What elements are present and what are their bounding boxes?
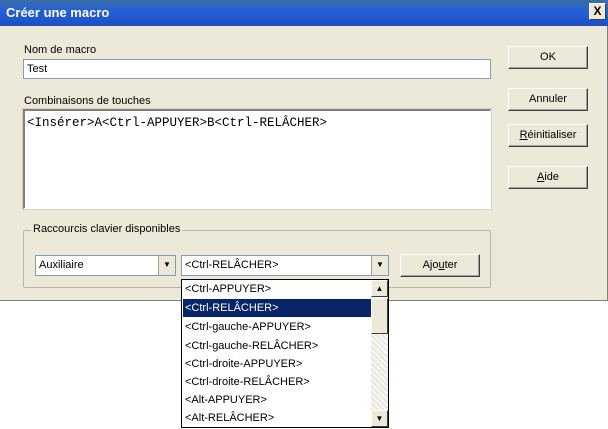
- keystrokes-textarea[interactable]: <Insérer>A<Ctrl-APPUYER>B<Ctrl-RELÂCHER>: [22, 108, 492, 210]
- key-select-value: <Ctrl-RELÂCHER>: [185, 259, 279, 271]
- dropdown-item[interactable]: <Ctrl-droite-RELÂCHER>: [183, 373, 372, 391]
- cancel-button[interactable]: Annuler: [508, 88, 588, 111]
- keystrokes-value: <Insérer>A<Ctrl-APPUYER>B<Ctrl-RELÂCHER>: [27, 116, 328, 130]
- dropdown-item[interactable]: <Alt-APPUYER>: [183, 391, 372, 409]
- shortcuts-group-legend: Raccourcis clavier disponibles: [31, 223, 183, 235]
- category-select-value: Auxiliaire: [39, 259, 84, 271]
- keystrokes-label: Combinaisons de touches: [24, 95, 151, 107]
- chevron-down-icon[interactable]: ▼: [158, 256, 175, 275]
- close-button[interactable]: X: [589, 3, 606, 20]
- reset-button[interactable]: Réinitialiser: [508, 124, 588, 147]
- chevron-down-icon[interactable]: ▼: [371, 256, 388, 275]
- title-bar: Créer une macro X: [0, 0, 608, 26]
- ok-button[interactable]: OK: [508, 46, 588, 69]
- dropdown-item[interactable]: <Ctrl-APPUYER>: [183, 280, 372, 298]
- dropdown-item[interactable]: <Ctrl-droite-APPUYER>: [183, 355, 372, 373]
- help-button[interactable]: Aide: [508, 166, 588, 189]
- create-macro-dialog: Créer une macro X Nom de macro Test Comb…: [0, 0, 608, 301]
- key-dropdown-list[interactable]: <Ctrl-APPUYER> <Ctrl-RELÂCHER> <Ctrl-gau…: [181, 279, 389, 428]
- reset-mnemonic: R: [519, 129, 528, 141]
- scroll-up-icon[interactable]: ▲: [371, 280, 388, 297]
- add-button[interactable]: Ajouter: [400, 254, 480, 277]
- macro-name-label: Nom de macro: [24, 44, 97, 56]
- macro-name-field[interactable]: Test: [23, 59, 491, 79]
- dropdown-item-selected[interactable]: <Ctrl-RELÂCHER>: [183, 299, 372, 317]
- macro-name-value: Test: [27, 63, 48, 75]
- scrollbar-thumb[interactable]: [371, 298, 388, 334]
- dropdown-item[interactable]: <Alt-RELÂCHER>: [183, 409, 372, 427]
- key-select[interactable]: <Ctrl-RELÂCHER> ▼: [181, 255, 389, 276]
- category-select[interactable]: Auxiliaire ▼: [35, 255, 176, 276]
- dropdown-scrollbar[interactable]: ▲ ▼: [371, 280, 388, 427]
- scroll-down-icon[interactable]: ▼: [371, 410, 388, 427]
- dropdown-item[interactable]: <Ctrl-gauche-APPUYER>: [183, 318, 372, 336]
- dropdown-item[interactable]: <Ctrl-gauche-RELÂCHER>: [183, 337, 372, 355]
- window-title: Créer une macro: [6, 5, 110, 20]
